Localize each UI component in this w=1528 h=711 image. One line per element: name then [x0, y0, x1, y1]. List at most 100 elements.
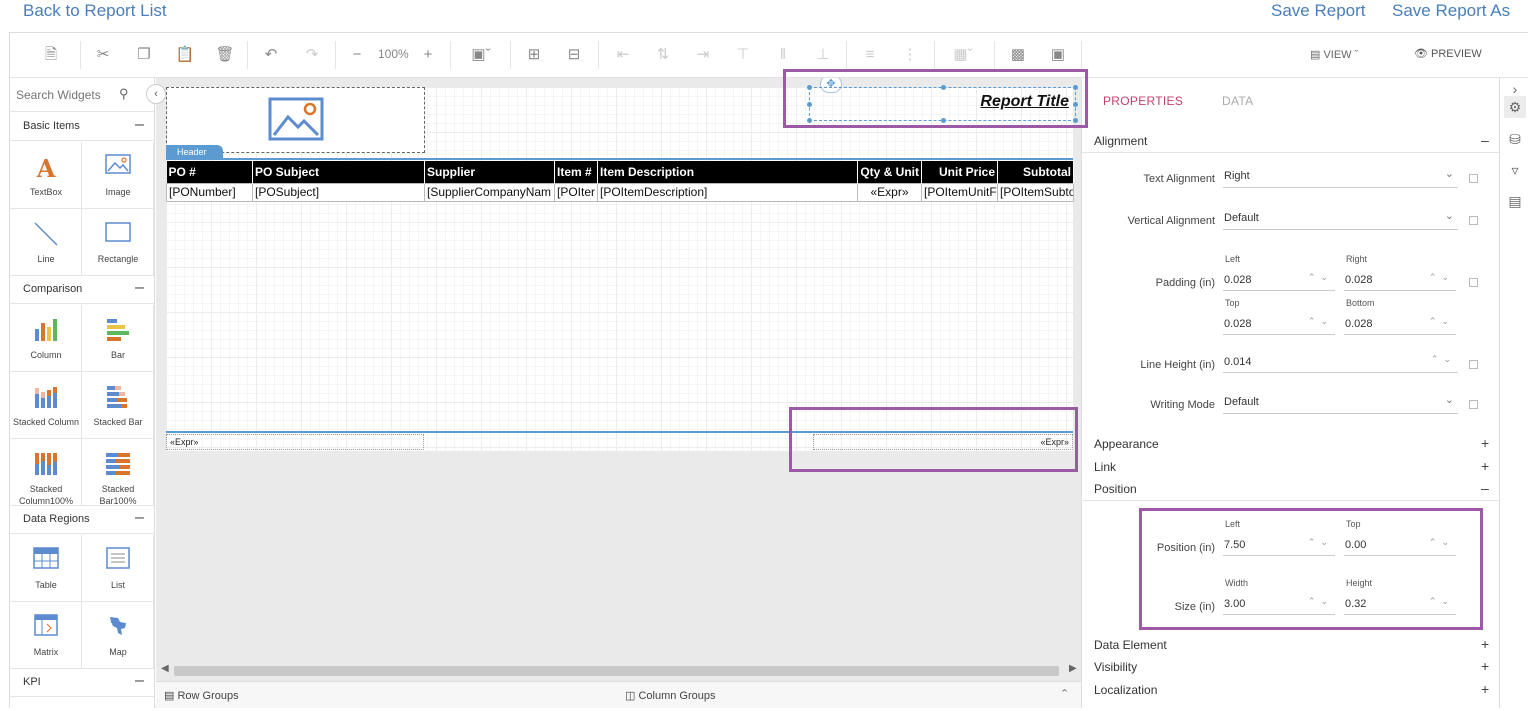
- design-canvas[interactable]: Header ✥ Report Title PO # PO Subject Su…: [156, 78, 1081, 708]
- save-report-as-link[interactable]: Save Report As: [1392, 1, 1510, 21]
- fit-width-icon[interactable]: ▩: [1008, 45, 1028, 65]
- widget-bar[interactable]: Bar: [82, 305, 154, 372]
- section-data-element[interactable]: Data Element +: [1094, 636, 1490, 656]
- collapse-icon[interactable]: –: [135, 509, 144, 527]
- section-appearance[interactable]: Appearance +: [1094, 435, 1490, 455]
- padding-bottom-input[interactable]: 0.028 ⌃⌄: [1344, 313, 1456, 335]
- table-header-cell[interactable]: PO Subject: [252, 161, 425, 183]
- distribute-vertical-icon[interactable]: ⋮: [900, 45, 920, 65]
- redo-icon[interactable]: ↷: [302, 45, 322, 65]
- checkbox[interactable]: [1469, 216, 1478, 225]
- report-table[interactable]: PO # PO Subject Supplier Item # Item Des…: [166, 161, 1074, 202]
- line-height-input[interactable]: 0.014 ⌃⌄: [1223, 351, 1458, 373]
- widget-stacked-bar100[interactable]: Stacked Bar100%: [82, 439, 154, 506]
- writing-mode-select[interactable]: Default ⌄: [1223, 392, 1458, 414]
- section-link[interactable]: Link +: [1094, 458, 1490, 478]
- zoom-in-icon[interactable]: +: [418, 45, 438, 65]
- align-left-icon[interactable]: ⇤: [613, 45, 633, 65]
- expand-icon[interactable]: +: [1481, 636, 1489, 652]
- collapse-icon[interactable]: –: [135, 116, 144, 134]
- widget-stacked-bar[interactable]: Stacked Bar: [82, 372, 154, 439]
- collapse-icon[interactable]: –: [135, 672, 144, 690]
- column-groups-button[interactable]: ◫ Column Groups: [625, 689, 716, 702]
- collapse-panel-icon[interactable]: ‹: [146, 84, 166, 104]
- section-position[interactable]: Position –: [1094, 480, 1490, 500]
- image-placeholder[interactable]: [166, 87, 425, 153]
- database-icon[interactable]: ⛁: [1504, 128, 1526, 150]
- category-data-regions[interactable]: Data Regions –: [10, 506, 154, 534]
- spinner-icon[interactable]: ⌃⌄: [1308, 316, 1333, 327]
- checkbox[interactable]: [1469, 400, 1478, 409]
- vertical-alignment-select[interactable]: Default ⌄: [1223, 208, 1458, 230]
- table-header-cell[interactable]: PO #: [166, 161, 253, 183]
- padding-right-input[interactable]: 0.028 ⌃⌄: [1344, 269, 1456, 291]
- filter-icon[interactable]: ▿: [1504, 159, 1526, 181]
- table-cell[interactable]: [POItemSubto: [997, 182, 1074, 202]
- category-kpi[interactable]: KPI –: [10, 669, 154, 697]
- checkbox[interactable]: [1469, 278, 1478, 287]
- padding-left-input[interactable]: 0.028 ⌃⌄: [1223, 269, 1335, 291]
- delete-row-icon[interactable]: ⊟: [564, 45, 584, 65]
- widget-image[interactable]: Image: [82, 142, 154, 209]
- search-icon[interactable]: ⚲: [119, 86, 129, 102]
- image-settings-icon[interactable]: ▤: [1504, 190, 1526, 212]
- spinner-icon[interactable]: ⌃⌄: [1429, 272, 1454, 283]
- zoom-level[interactable]: 100%: [378, 47, 409, 61]
- widget-map[interactable]: Map: [82, 602, 154, 669]
- fit-page-icon[interactable]: ▣: [1048, 45, 1068, 65]
- widget-column[interactable]: Column: [10, 305, 82, 372]
- category-basic-items[interactable]: Basic Items –: [10, 113, 154, 141]
- align-right-icon[interactable]: ⇥: [693, 45, 713, 65]
- header-band-tab[interactable]: Header: [166, 145, 223, 159]
- section-visibility[interactable]: Visibility +: [1094, 658, 1490, 678]
- zoom-out-icon[interactable]: −: [347, 45, 367, 65]
- collapse-icon[interactable]: –: [1481, 132, 1489, 148]
- grid-dropdown-icon[interactable]: ▦ˇ: [950, 45, 976, 65]
- row-groups-button[interactable]: ▤ Row Groups: [164, 689, 239, 702]
- section-localization[interactable]: Localization +: [1094, 681, 1490, 701]
- widget-matrix[interactable]: Matrix: [10, 602, 82, 669]
- tab-properties[interactable]: PROPERTIES: [1103, 94, 1183, 108]
- preview-button[interactable]: 👁 PREVIEW: [1414, 47, 1482, 60]
- table-cell[interactable]: [PONumber]: [166, 182, 253, 202]
- expand-icon[interactable]: +: [1481, 435, 1489, 451]
- tab-data[interactable]: DATA: [1222, 94, 1253, 108]
- table-cell[interactable]: «Expr»: [857, 182, 922, 202]
- search-widgets-input[interactable]: [16, 86, 126, 104]
- collapse-icon[interactable]: –: [135, 279, 144, 297]
- widget-rectangle[interactable]: Rectangle: [82, 209, 154, 276]
- align-middle-icon[interactable]: ‖: [773, 45, 793, 65]
- category-comparison[interactable]: Comparison –: [10, 276, 154, 304]
- table-cell[interactable]: [POSubject]: [252, 182, 425, 202]
- insert-row-icon[interactable]: ⊞: [524, 45, 544, 65]
- table-header-cell[interactable]: Supplier: [424, 161, 555, 183]
- table-cell[interactable]: [POItemDescription]: [597, 182, 858, 202]
- widget-stacked-column100[interactable]: Stacked Column100%: [10, 439, 82, 506]
- align-top-icon[interactable]: ⊤: [733, 45, 753, 65]
- spinner-icon[interactable]: ⌃⌄: [1308, 272, 1333, 283]
- gear-icon[interactable]: ⚙: [1504, 96, 1526, 118]
- scrollbar-thumb[interactable]: [174, 666, 1059, 676]
- save-report-link[interactable]: Save Report: [1271, 1, 1366, 21]
- table-header-cell[interactable]: Unit Price: [921, 161, 998, 183]
- distribute-horizontal-icon[interactable]: ≡: [860, 45, 880, 65]
- table-header-cell[interactable]: Item #: [554, 161, 598, 183]
- table-cell[interactable]: [POIter: [554, 182, 598, 202]
- table-cell[interactable]: [POItemUnitF: [921, 182, 998, 202]
- spinner-icon[interactable]: ⌃⌄: [1431, 354, 1456, 365]
- view-dropdown[interactable]: ▤ VIEW ˇ: [1310, 48, 1358, 61]
- report-page[interactable]: Header ✥ Report Title PO # PO Subject Su…: [166, 78, 1078, 451]
- padding-top-input[interactable]: 0.028 ⌃⌄: [1223, 313, 1335, 335]
- order-dropdown-icon[interactable]: ▣ˇ: [466, 45, 496, 65]
- horizontal-scrollbar[interactable]: ◀ ▶: [156, 663, 1081, 679]
- widget-stacked-column[interactable]: Stacked Column: [10, 372, 82, 439]
- scroll-left-icon[interactable]: ◀: [161, 663, 169, 674]
- widget-table[interactable]: Table: [10, 535, 82, 602]
- table-cell[interactable]: [SupplierCompanyNam: [424, 182, 555, 202]
- chevron-up-icon[interactable]: ⌃: [1060, 687, 1069, 700]
- table-header-cell[interactable]: Qty & Unit: [857, 161, 922, 183]
- widget-textbox[interactable]: A TextBox: [10, 142, 82, 209]
- footer-left-textbox[interactable]: «Expr»: [166, 434, 424, 450]
- expand-icon[interactable]: +: [1481, 458, 1489, 474]
- paste-icon[interactable]: 📋: [175, 45, 195, 65]
